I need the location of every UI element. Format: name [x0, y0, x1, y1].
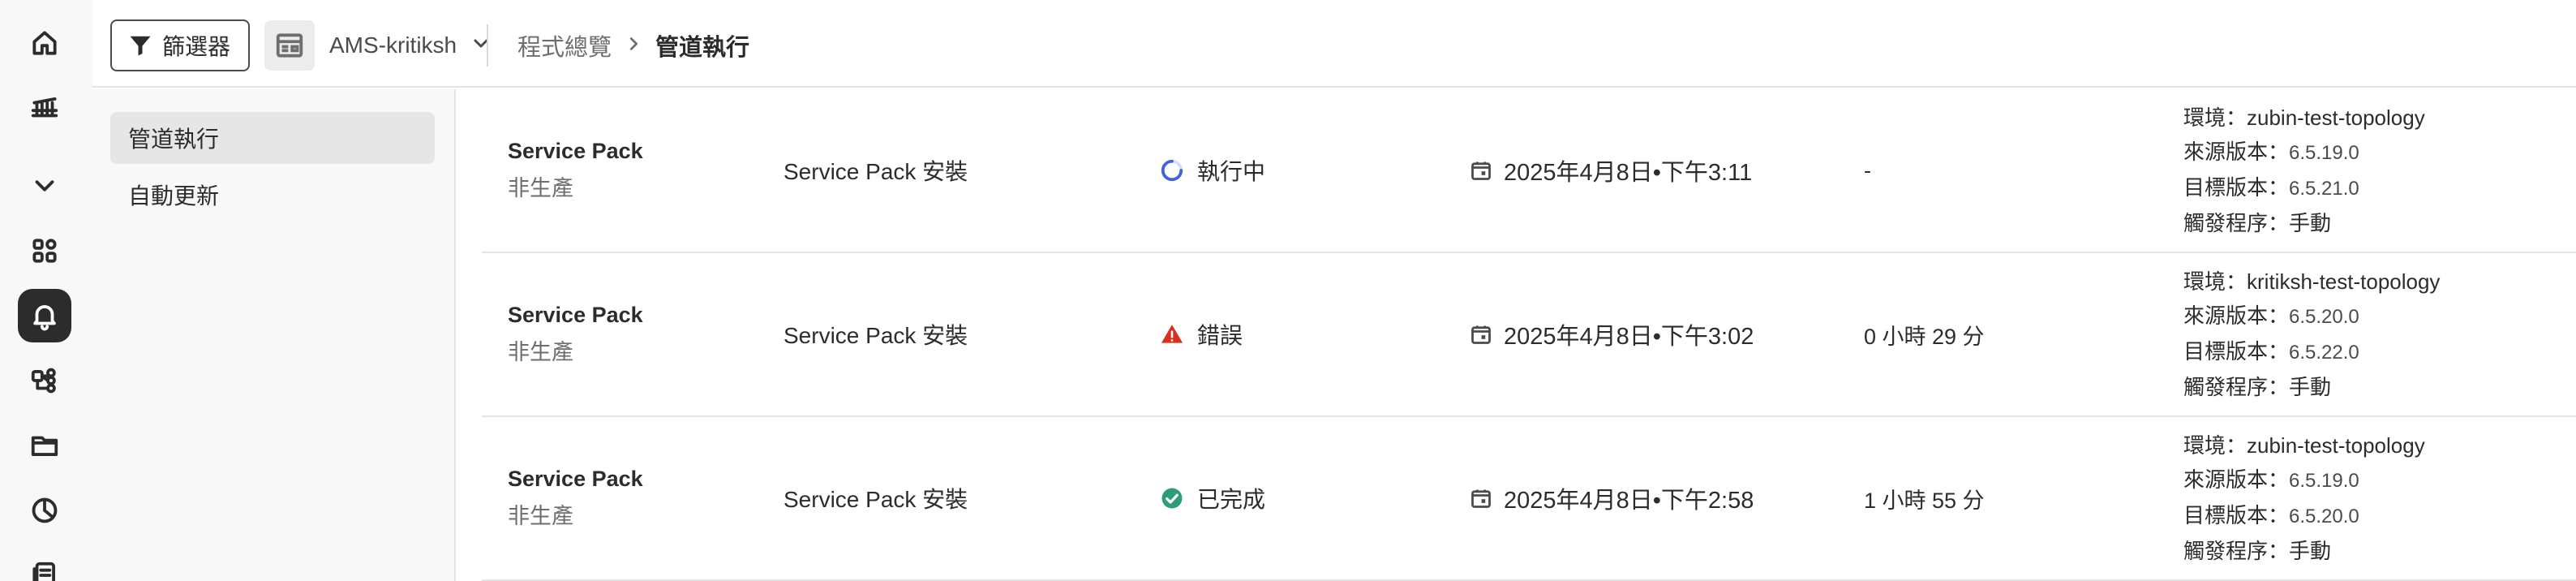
filter-icon — [130, 36, 151, 56]
workflow-icon[interactable] — [18, 354, 71, 407]
spinner-icon — [1161, 159, 1183, 182]
status-text: 已完成 — [1197, 487, 1266, 512]
nav-item-auto-updates[interactable]: 自動更新 — [110, 169, 435, 221]
pipeline-name: Service Pack 安裝 — [784, 159, 968, 184]
pipeline-env-type: 非生產 — [508, 176, 573, 200]
home-icon[interactable] — [18, 16, 71, 70]
table-row[interactable]: Service Pack 非生產 Service Pack 安裝 已完成 202… — [482, 417, 2576, 581]
details-cell: 環境：kritiksh-test-topology 來源版本：6.5.20.0 … — [2183, 253, 2440, 415]
bell-icon[interactable] — [18, 289, 71, 342]
pipeline-type: Service Pack — [508, 303, 643, 327]
start-date: 2025年4月8日•下午3:11 — [1504, 160, 1753, 186]
documents-icon[interactable] — [18, 549, 71, 581]
pipeline-name: Service Pack 安裝 — [784, 487, 968, 512]
pipeline-type: Service Pack — [508, 139, 643, 163]
filter-label: 篩選器 — [162, 34, 231, 59]
detail-source-version: 來源版本：6.5.19.0 — [2183, 467, 2359, 492]
details-cell: 環境：zubin-test-topology 來源版本：6.5.19.0 目標版… — [2183, 89, 2425, 252]
alert-icon — [1161, 325, 1183, 343]
pipeline-type-cell: Service Pack 非生產 — [508, 89, 643, 252]
detail-environment: 環境：zubin-test-topology — [2183, 433, 2425, 458]
pipeline-name: Service Pack 安裝 — [784, 323, 968, 348]
status-text: 執行中 — [1197, 159, 1266, 184]
detail-environment: 環境：zubin-test-topology — [2183, 105, 2425, 130]
detail-trigger: 觸發程序：手動 — [2183, 211, 2332, 235]
start-date: 2025年4月8日•下午3:02 — [1504, 324, 1754, 350]
apps-icon[interactable] — [18, 224, 71, 278]
detail-source-version: 來源版本：6.5.19.0 — [2183, 140, 2359, 164]
detail-target-version: 目標版本：6.5.21.0 — [2183, 175, 2359, 200]
org-picker[interactable]: AMS-kritiksh — [264, 19, 491, 71]
status-cell: 錯誤 — [1160, 253, 1243, 415]
detail-target-version: 目標版本：6.5.22.0 — [2183, 339, 2359, 364]
pipeline-type-cell: Service Pack 非生產 — [508, 253, 643, 415]
pipeline-env-type: 非生產 — [508, 340, 573, 364]
pipeline-type-cell: Service Pack 非生產 — [508, 417, 643, 579]
table-row[interactable]: Service Pack 非生產 Service Pack 安裝 執行中 202… — [482, 89, 2576, 253]
releases-icon[interactable] — [18, 81, 71, 135]
header-divider — [487, 24, 488, 67]
filter-button[interactable]: 篩選器 — [110, 19, 250, 71]
duration: - — [1864, 157, 1871, 183]
table-row[interactable]: Service Pack 非生產 Service Pack 安裝 錯誤 2025… — [482, 253, 2576, 417]
pipeline-env-type: 非生產 — [508, 504, 573, 528]
chevron-right-icon — [625, 32, 642, 59]
duration: 1 小時 55 分 — [1864, 488, 1985, 513]
status-text: 錯誤 — [1197, 323, 1243, 348]
org-icon — [264, 20, 315, 71]
dashboard-icon[interactable] — [18, 484, 71, 537]
status-cell: 已完成 — [1160, 417, 1265, 579]
breadcrumb: 程式總覽 管道執行 — [517, 19, 749, 71]
detail-trigger: 觸發程序：手動 — [2183, 375, 2332, 399]
breadcrumb-current: 管道執行 — [655, 35, 750, 61]
start-date: 2025年4月8日•下午2:58 — [1504, 488, 1754, 514]
chevron-down-icon[interactable] — [18, 159, 71, 213]
org-name: AMS-kritiksh — [329, 32, 457, 58]
details-cell: 環境：zubin-test-topology 來源版本：6.5.19.0 目標版… — [2183, 417, 2425, 579]
detail-environment: 環境：kritiksh-test-topology — [2183, 269, 2441, 294]
calendar-icon — [1471, 161, 1491, 180]
breadcrumb-program-overview[interactable]: 程式總覽 — [517, 28, 612, 62]
checkmark-circle-icon — [1161, 488, 1183, 509]
top-header: 篩選器 AMS-kritiksh 程式總覽 管道執行 — [92, 0, 2576, 88]
calendar-icon — [1471, 325, 1491, 344]
nav-item-pipeline-executions[interactable]: 管道執行 — [110, 112, 435, 164]
detail-trigger: 觸發程序：手動 — [2183, 539, 2332, 563]
status-cell: 執行中 — [1160, 89, 1265, 252]
side-nav: 管道執行 自動更新 — [92, 89, 456, 581]
folder-icon[interactable] — [18, 419, 71, 472]
detail-target-version: 目標版本：6.5.20.0 — [2183, 503, 2359, 527]
date-cell: 2025年4月8日•下午2:58 — [1470, 417, 1754, 579]
calendar-icon — [1471, 489, 1491, 508]
app-rail — [0, 0, 92, 581]
duration: 0 小時 29 分 — [1864, 324, 1985, 349]
date-cell: 2025年4月8日•下午3:11 — [1470, 89, 1752, 252]
detail-source-version: 來源版本：6.5.20.0 — [2183, 303, 2359, 328]
executions-table: Service Pack 非生產 Service Pack 安裝 執行中 202… — [482, 89, 2576, 581]
date-cell: 2025年4月8日•下午3:02 — [1470, 253, 1754, 415]
pipeline-type: Service Pack — [508, 467, 643, 491]
